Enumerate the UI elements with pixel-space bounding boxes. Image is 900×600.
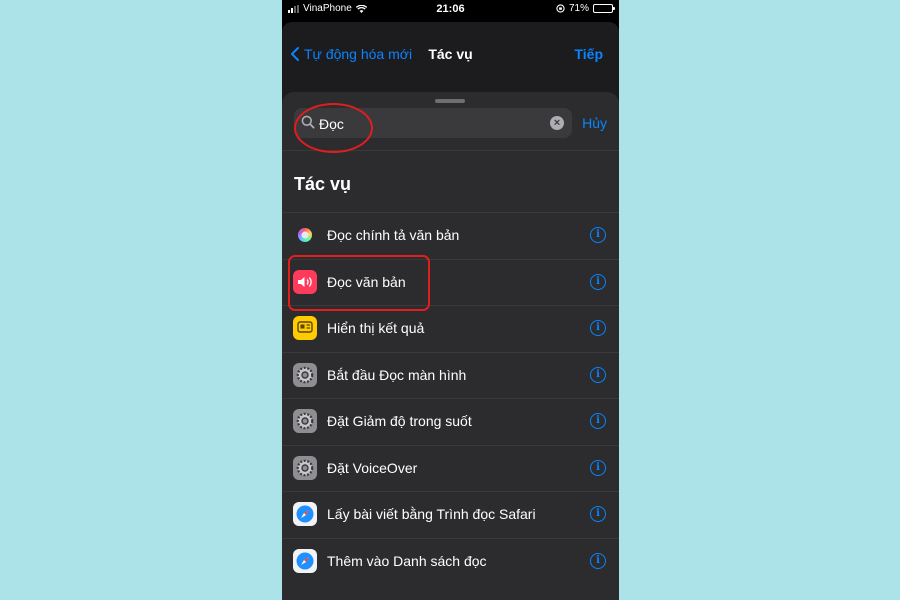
safari-icon <box>293 548 317 573</box>
battery-percent: 71% <box>568 3 589 14</box>
action-label: Bắt đầu Đọc màn hình <box>327 366 467 383</box>
navigation-bar: Tự động hóa mới Tác vụ Tiếp <box>282 33 619 77</box>
action-highlight-box <box>288 255 430 311</box>
info-icon[interactable]: i <box>590 413 606 429</box>
info-icon[interactable]: i <box>590 273 606 290</box>
show-result-icon <box>293 316 317 340</box>
action-row[interactable]: Hiển thị kết quả i <box>282 305 619 352</box>
action-row[interactable]: Đặt VoiceOver i <box>282 444 619 492</box>
info-icon[interactable]: i <box>590 506 606 522</box>
cancel-button[interactable]: Hủy <box>582 115 607 131</box>
action-row[interactable]: Lấy bài viết bằng Trình đọc Safari i <box>282 491 619 538</box>
action-picker-sheet: Đọc × Hủy Tác vụ Đọc chính tả văn bản i … <box>282 92 619 600</box>
phone-screen: VinaPhone 21:06 71% Tự động hóa mới Tác … <box>282 0 619 600</box>
action-row[interactable]: Đọc chính tả văn bản i <box>282 212 619 259</box>
info-icon[interactable]: i <box>590 320 606 336</box>
action-label: Hiển thị kết quả <box>327 320 425 336</box>
sheet-grabber[interactable] <box>435 99 465 103</box>
action-label: Đọc chính tả văn bản <box>327 227 460 243</box>
next-button[interactable]: Tiếp <box>574 46 603 62</box>
action-row[interactable]: Thêm vào Danh sách đọc i <box>282 537 619 585</box>
nav-title: Tác vụ <box>428 46 473 62</box>
clear-search-icon[interactable]: × <box>550 116 564 130</box>
action-label: Lấy bài viết bằng Trình đọc Safari <box>327 506 536 522</box>
action-label: Thêm vào Danh sách đọc <box>327 552 487 569</box>
action-label: Đặt Giảm độ trong suốt <box>327 413 472 429</box>
dictation-icon <box>293 223 317 247</box>
battery-icon <box>593 4 615 13</box>
action-label: Đặt VoiceOver <box>327 459 418 476</box>
orientation-lock-icon <box>556 4 565 13</box>
info-icon[interactable]: i <box>590 227 606 243</box>
info-icon[interactable]: i <box>590 366 606 383</box>
settings-gear-icon <box>293 409 317 433</box>
status-bar: VinaPhone 21:06 71% <box>282 0 619 18</box>
settings-gear-icon <box>293 455 317 480</box>
info-icon[interactable]: i <box>590 459 606 476</box>
action-row[interactable]: Bắt đầu Đọc màn hình i <box>282 351 619 399</box>
safari-icon <box>293 502 317 526</box>
search-highlight-ellipse <box>294 103 373 153</box>
section-title: Tác vụ <box>294 174 352 194</box>
action-row[interactable]: Đặt Giảm độ trong suốt i <box>282 398 619 445</box>
info-icon[interactable]: i <box>590 552 606 569</box>
settings-gear-icon <box>293 362 317 387</box>
